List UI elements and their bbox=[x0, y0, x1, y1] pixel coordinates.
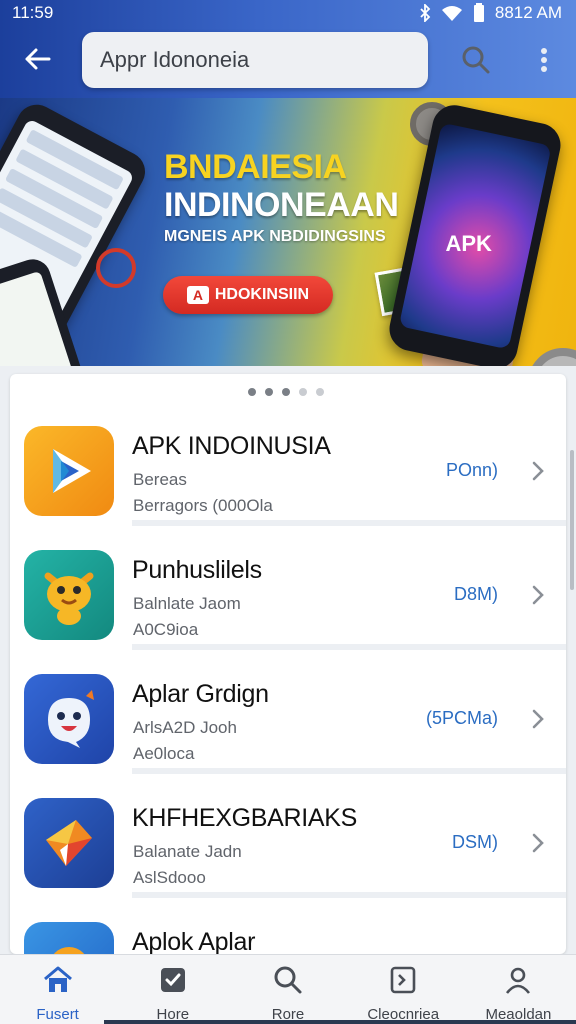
row-divider bbox=[132, 892, 566, 898]
apk-label: APK bbox=[445, 230, 492, 256]
app-downloads: AslSdooo bbox=[133, 868, 206, 887]
promo-banner[interactable]: BNDAIESIA INDINONEAAN MGNEIS APK NBDIDIN… bbox=[0, 98, 576, 366]
app-name: Punhuslilels bbox=[132, 556, 262, 584]
app-developer: ArlsA2D Jooh bbox=[133, 718, 237, 737]
home-icon bbox=[42, 965, 74, 1000]
nav-item-hore[interactable]: Hore bbox=[115, 955, 230, 1024]
carousel-dots bbox=[248, 388, 324, 396]
bookmark-box-icon bbox=[388, 965, 418, 1000]
app-list-item[interactable]: Aplar Grdign ArlsA2D Jooh Ae0loca (5PCMa… bbox=[10, 658, 566, 774]
arrow-left-icon bbox=[23, 47, 51, 76]
app-developer: Bereas bbox=[133, 470, 187, 489]
app-bar: Appr Idononeia bbox=[0, 30, 576, 92]
checkbox-icon bbox=[158, 965, 188, 1000]
row-divider bbox=[132, 768, 566, 774]
battery-icon bbox=[473, 3, 485, 23]
nav-item-categories[interactable]: Cleocnriea bbox=[346, 955, 461, 1024]
monster-mascot-icon bbox=[24, 550, 114, 640]
app-downloads: Ae0loca bbox=[133, 744, 195, 763]
app-developer: Balanate Jadn bbox=[133, 842, 242, 861]
ghost-face-icon bbox=[24, 674, 114, 764]
nav-item-search[interactable]: Rore bbox=[230, 955, 345, 1024]
download-badge-icon: A bbox=[186, 286, 209, 304]
search-icon bbox=[461, 45, 491, 80]
app-size: POnn) bbox=[445, 460, 498, 480]
chevron-right-icon bbox=[526, 828, 550, 858]
row-divider bbox=[132, 644, 566, 650]
app-name: APK INDOINUSIA bbox=[132, 432, 331, 460]
search-query: Appr Idononeia bbox=[100, 47, 250, 72]
row-divider bbox=[132, 520, 566, 526]
carousel-dot[interactable] bbox=[265, 388, 273, 396]
search-input[interactable]: Appr Idononeia bbox=[82, 32, 428, 88]
app-name: Aplok Aplar bbox=[132, 928, 256, 954]
bluetooth-icon bbox=[419, 4, 431, 22]
status-clock: 8812 AM bbox=[494, 3, 562, 22]
carousel-dot[interactable] bbox=[248, 388, 256, 396]
carousel-dot[interactable] bbox=[316, 388, 324, 396]
arrow-badge-icon bbox=[24, 922, 114, 954]
app-size: D8M) bbox=[454, 584, 498, 604]
banner-title: BNDAIESIA bbox=[164, 148, 347, 186]
search-icon bbox=[273, 965, 303, 1000]
chevron-right-icon bbox=[526, 580, 550, 610]
app-list-item[interactable]: Aplok Aplar bbox=[10, 906, 566, 954]
app-list-item[interactable]: APK INDOINUSIA Bereas Berragors (000Ola … bbox=[10, 410, 566, 526]
app-downloads: A0C9ioa bbox=[133, 620, 199, 639]
more-vertical-icon bbox=[540, 47, 548, 78]
apk-phone-illustration: APK bbox=[385, 101, 565, 366]
nav-item-profile[interactable]: Meaoldan bbox=[461, 955, 576, 1024]
knob-illustration bbox=[528, 348, 576, 366]
bottom-navigation: Fusert Hore Rore Cleocnriea Meaoldan bbox=[0, 954, 576, 1024]
wifi-icon bbox=[441, 5, 463, 21]
search-button[interactable] bbox=[456, 42, 496, 82]
cable-illustration bbox=[96, 248, 136, 288]
app-list-item[interactable]: Punhuslilels Balnlate Jaom A0C9ioa D8M) bbox=[10, 534, 566, 650]
app-name: Aplar Grdign bbox=[132, 680, 269, 708]
chevron-right-icon bbox=[526, 456, 550, 486]
banner-cta-button[interactable]: A HDOKINSIIN bbox=[163, 276, 333, 314]
back-button[interactable] bbox=[18, 44, 56, 78]
paper-plane-icon bbox=[24, 798, 114, 888]
app-size: (5PCMa) bbox=[425, 708, 498, 728]
nav-label: Fusert bbox=[36, 1006, 79, 1023]
banner-subtitle: MGNEIS APK NBDIDINGSINS bbox=[164, 228, 386, 245]
carousel-dot[interactable] bbox=[282, 388, 290, 396]
scrollbar[interactable] bbox=[570, 450, 574, 590]
app-name: KHFHEXGBARIAKS bbox=[132, 804, 358, 832]
app-list-item[interactable]: KHFHEXGBARIAKS Balanate Jadn AslSdooo DS… bbox=[10, 782, 566, 898]
banner-headline: INDINONEAAN bbox=[164, 186, 399, 224]
chevron-right-icon bbox=[526, 704, 550, 734]
app-downloads: Berragors (000Ola bbox=[133, 496, 273, 515]
banner-cta-label: HDOKINSIIN bbox=[214, 286, 310, 303]
gesture-bar bbox=[104, 1020, 576, 1024]
app-size: DSM) bbox=[452, 832, 498, 852]
status-time: 11:59 bbox=[12, 3, 54, 22]
profile-icon bbox=[503, 965, 533, 1000]
carousel-dot[interactable] bbox=[299, 388, 307, 396]
status-bar: 11:59 8812 AM bbox=[0, 0, 576, 26]
overflow-menu-button[interactable] bbox=[530, 42, 558, 82]
app-header: 11:59 8812 AM Appr Idononeia bbox=[0, 0, 576, 98]
play-triangle-icon bbox=[24, 426, 114, 516]
nav-item-home[interactable]: Fusert bbox=[0, 955, 115, 1024]
app-developer: Balnlate Jaom bbox=[133, 594, 241, 613]
